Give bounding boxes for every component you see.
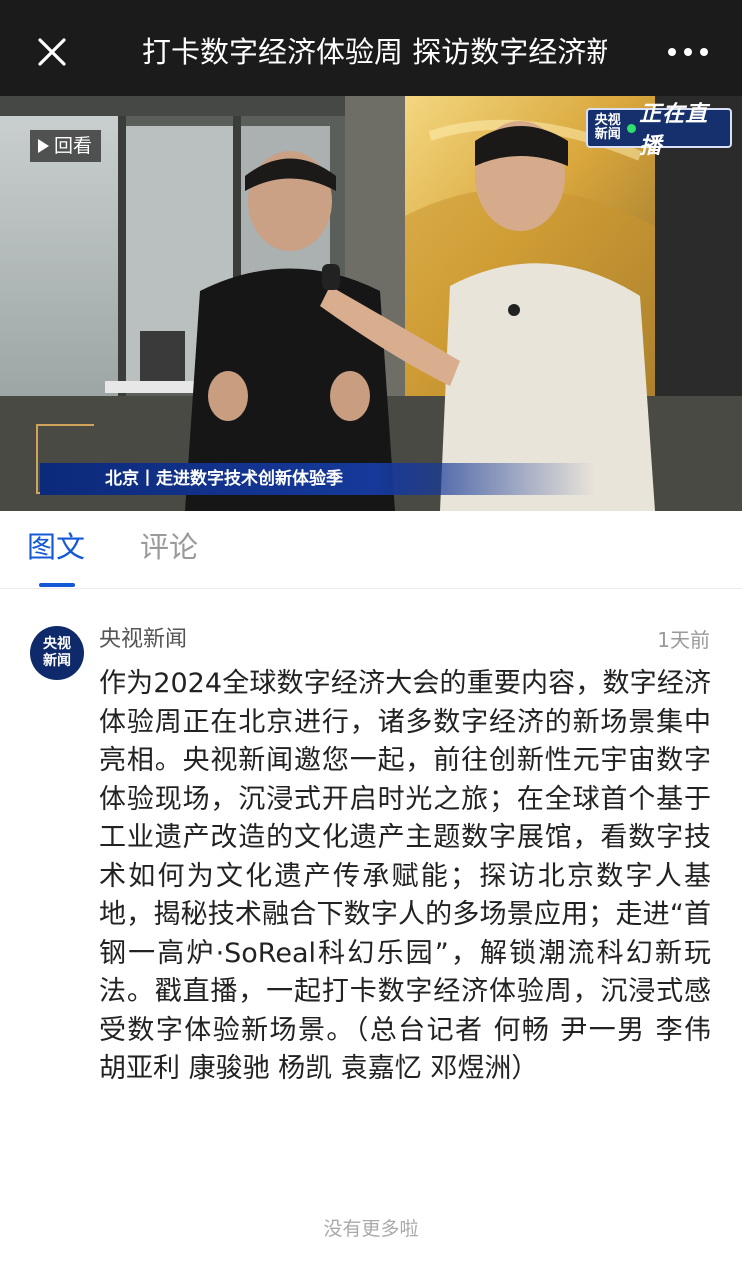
post-content: 作为2024全球数字经济大会的重要内容，数字经济体验周正在北京进行，诸多数字经济… — [99, 668, 711, 1084]
more-button[interactable] — [664, 36, 712, 68]
avatar-line-1: 央视 — [43, 636, 71, 652]
active-tab-indicator — [39, 583, 75, 587]
top-nav-bar: 打卡数字经济体验周 探访数字经济新场景 — [0, 0, 742, 96]
replay-label: 回看 — [54, 135, 93, 157]
video-caption: 北京丨走进数字技术创新体验季 — [105, 469, 343, 489]
tab-comments[interactable]: 评论 — [140, 527, 198, 567]
logo-line-1: 央视 — [594, 113, 621, 128]
close-icon[interactable] — [28, 28, 76, 76]
avatar-line-2: 新闻 — [43, 653, 71, 669]
logo-line-2: 新闻 — [594, 127, 621, 142]
close-button[interactable] — [28, 28, 76, 76]
cctv-news-logo: 央视 新闻 — [588, 114, 627, 142]
tab-article[interactable]: 图文 — [27, 527, 85, 567]
play-icon — [38, 139, 49, 153]
author-name[interactable]: 央视新闻 — [99, 622, 187, 658]
replay-button[interactable]: 回看 — [30, 130, 102, 162]
live-logo: 央视 新闻 正在直播 — [586, 102, 732, 159]
more-dots-icon[interactable] — [664, 36, 712, 68]
avatar[interactable]: 央视 新闻 — [30, 626, 84, 680]
content-tabs: 图文 评论 — [0, 511, 742, 589]
video-frame — [0, 96, 742, 511]
page-title: 打卡数字经济体验周 探访数字经济新场景 — [142, 35, 607, 69]
post-time: 1天前 — [657, 628, 710, 652]
live-label: 正在直播 — [639, 102, 709, 159]
live-dot-icon — [627, 123, 637, 133]
video-player[interactable]: 回看 央视 新闻 正在直播 北京丨走进数字技术创新体验季 — [0, 96, 742, 511]
no-more-footer: 没有更多啦 — [323, 1218, 419, 1240]
